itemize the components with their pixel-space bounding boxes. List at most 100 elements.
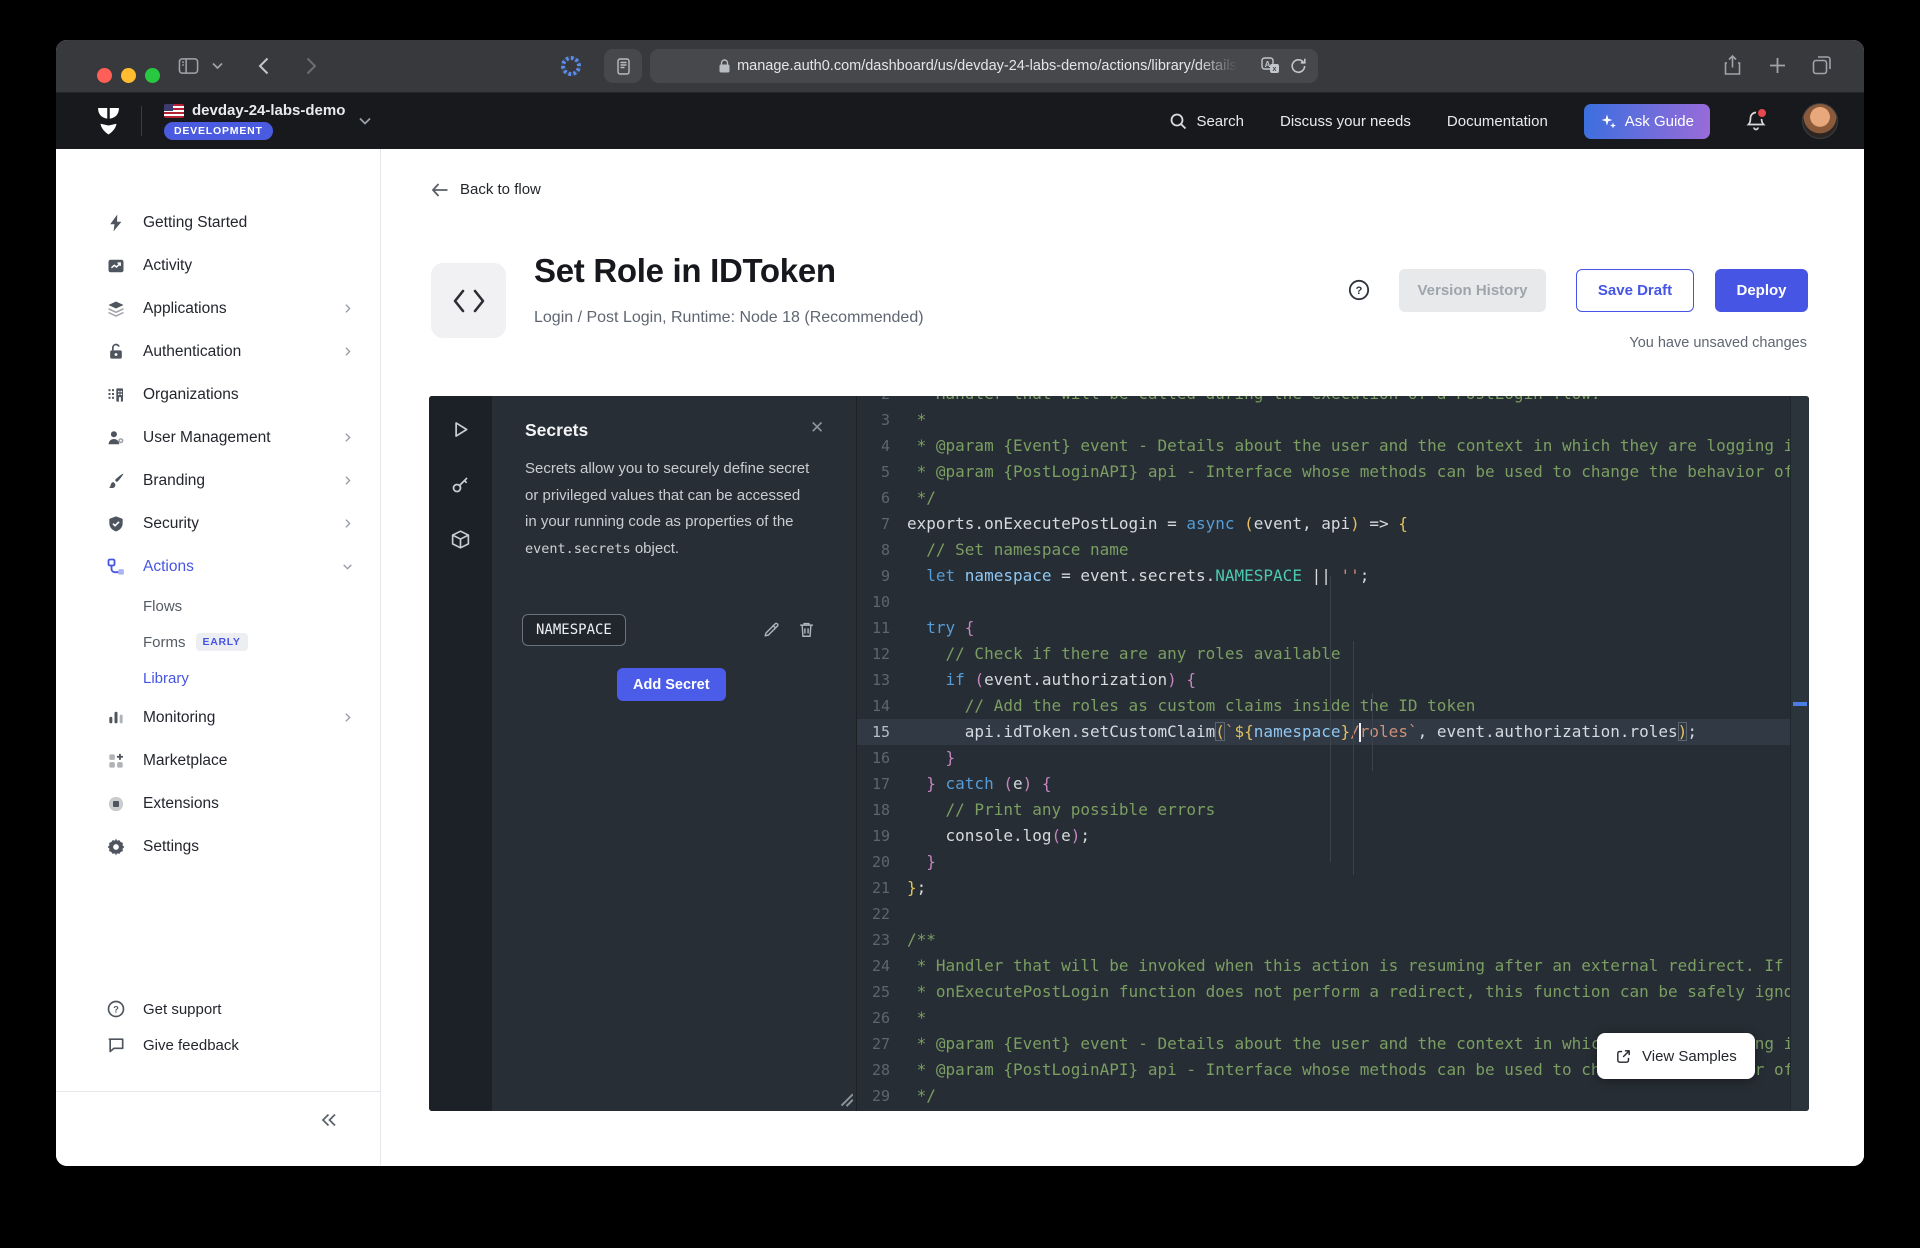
sidebar-item-user-management[interactable]: User Management [56,416,380,459]
secrets-key-icon[interactable] [450,474,471,495]
sidebar: Getting Started Activity Applications Authe… [56,149,381,1166]
view-samples-label: View Samples [1642,1047,1737,1065]
search-button[interactable]: Search [1170,113,1244,130]
line-number: 15 [871,723,890,741]
sidebar-item-actions[interactable]: Actions [56,545,380,588]
sidebar-item-forms[interactable]: Forms EARLY [56,624,380,660]
forward-button[interactable] [306,57,317,75]
secrets-panel-title: Secrets [525,420,589,440]
user-avatar[interactable] [1802,103,1838,139]
line-number: 6 [880,489,890,507]
svg-text:A: A [1265,60,1271,69]
close-panel-icon[interactable]: ✕ [810,418,824,438]
translate-icon[interactable]: Ax [1261,57,1280,74]
chevron-right-icon [341,711,354,724]
add-secret-button[interactable]: Add Secret [617,668,726,701]
deploy-button[interactable]: Deploy [1715,269,1808,312]
brush-icon [106,471,126,491]
code-line-9: 9 let namespace = event.secrets.NAMESPAC… [857,563,1809,589]
sidebar-item-marketplace[interactable]: Marketplace [56,739,380,782]
sidebar-item-branding[interactable]: Branding [56,459,380,502]
sidebar-item-settings[interactable]: Settings [56,825,380,868]
sidebar-item-label: Get support [143,1000,222,1018]
tab-overview-icon[interactable] [1812,55,1832,75]
tenant-chevron-down-icon[interactable] [359,117,372,125]
delete-secret-icon[interactable] [797,620,816,639]
back-to-flow-link[interactable]: Back to flow [431,181,541,198]
auth0-logo-icon[interactable] [96,107,121,135]
search-label: Search [1196,112,1244,130]
sidebar-item-get-support[interactable]: ? Get support [56,991,380,1027]
line-number: 4 [880,437,890,455]
sidebar-item-label: Applications [143,299,227,317]
code-line-15: 15 api.idToken.setCustomClaim(`${namespa… [857,719,1809,745]
line-number: 17 [871,775,890,793]
sidebar-item-monitoring[interactable]: Monitoring [56,696,380,739]
discuss-your-needs-link[interactable]: Discuss your needs [1280,113,1411,130]
org-icon [106,385,126,405]
sidebar-item-flows[interactable]: Flows [56,588,380,624]
close-window-button[interactable] [97,68,112,83]
reader-view-icon[interactable] [604,49,642,83]
sidebar-item-label: Marketplace [143,751,228,769]
minimize-window-button[interactable] [121,68,136,83]
sidebar-item-security[interactable]: Security [56,502,380,545]
lock-icon [106,342,126,362]
help-icon[interactable]: ? [1348,279,1370,301]
chevron-right-icon [341,474,354,487]
share-icon[interactable] [1724,55,1741,76]
line-number: 26 [871,1009,890,1027]
overview-ruler[interactable] [1790,396,1809,1111]
sidebar-item-activity[interactable]: Activity [56,244,380,287]
sidebar-item-extensions[interactable]: Extensions [56,782,380,825]
toolbar-chevron-down-icon[interactable] [212,62,223,70]
line-number: 20 [871,853,890,871]
line-number: 12 [871,645,890,663]
sidebar-divider [56,1091,380,1092]
notifications-button[interactable] [1746,107,1768,132]
version-history-button[interactable]: Version History [1399,269,1546,312]
code-line-11: 11 try { [857,615,1809,641]
tenant-switcher[interactable]: devday-24-labs-demo DEVELOPMENT [164,102,345,140]
editor-icon-rail [429,396,492,1111]
line-number: 24 [871,957,890,975]
sidebar-toggle-icon[interactable] [178,56,199,76]
tenant-name: devday-24-labs-demo [192,102,346,119]
view-samples-button[interactable]: View Samples [1597,1033,1755,1079]
address-bar[interactable]: manage.auth0.com/dashboard/us/devday-24-… [650,49,1318,83]
panel-resize-handle[interactable] [838,1092,853,1107]
action-icon-tile [431,263,506,338]
sidebar-collapse-button[interactable] [314,1106,344,1134]
sidebar-item-library[interactable]: Library [56,660,380,696]
code-area[interactable]: 2 * Handler that will be called during t… [857,396,1809,1111]
sidebar-item-organizations[interactable]: Organizations [56,373,380,416]
sidebar-item-give-feedback[interactable]: Give feedback [56,1027,380,1063]
url-fade [1198,49,1254,83]
market-icon [106,751,126,771]
ext-icon [106,794,126,814]
back-button[interactable] [258,57,269,75]
sidebar-item-authentication[interactable]: Authentication [56,330,380,373]
loading-spinner-icon [561,56,581,76]
feedback-icon [106,1035,126,1055]
nav-divider [141,106,142,136]
dependencies-package-icon[interactable] [450,529,471,550]
sidebar-item-label: Organizations [143,385,239,403]
save-draft-button[interactable]: Save Draft [1576,269,1694,312]
ask-guide-button[interactable]: Ask Guide [1583,103,1710,139]
documentation-link[interactable]: Documentation [1447,113,1548,130]
line-number: 21 [871,879,890,897]
reload-icon[interactable] [1290,57,1306,74]
users-icon [106,428,126,448]
auth0-top-nav: devday-24-labs-demo DEVELOPMENT Search D… [56,93,1864,149]
new-tab-icon[interactable] [1769,57,1786,74]
secret-namespace-chip[interactable]: NAMESPACE [522,614,626,646]
code-line-12: 12 // Check if there are any roles avail… [857,641,1809,667]
sidebar-item-getting-started[interactable]: Getting Started [56,201,380,244]
test-run-icon[interactable] [450,419,471,440]
edit-secret-icon[interactable] [762,620,781,639]
sidebar-item-applications[interactable]: Applications [56,287,380,330]
zoom-window-button[interactable] [145,68,160,83]
url-text: manage.auth0.com/dashboard/us/devday-24-… [737,58,1249,74]
sidebar-item-label: Activity [143,256,193,274]
